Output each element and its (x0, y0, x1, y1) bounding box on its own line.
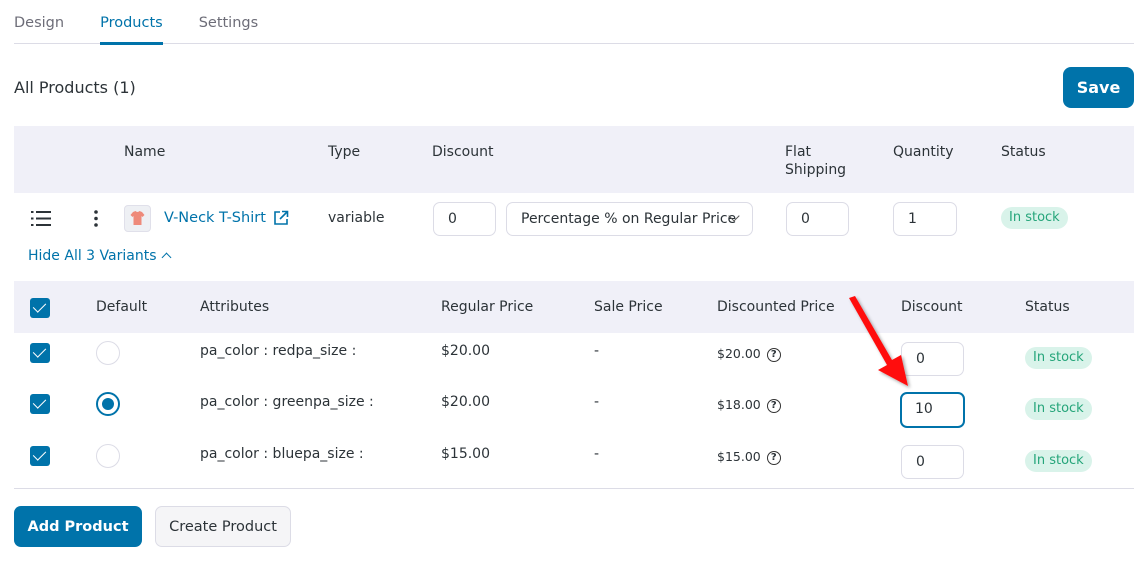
variant-discount-input[interactable]: 0 (901, 342, 964, 376)
header-sale-price: Sale Price (594, 299, 663, 315)
variant-status-badge: In stock (1025, 347, 1092, 369)
product-row: V-Neck T-Shirt variable 0 Percentage % o… (14, 193, 1134, 243)
header-discount: Discount (432, 144, 494, 160)
hide-variants-label: Hide All 3 Variants (28, 248, 157, 264)
variant-discount-input[interactable]: 0 (901, 445, 964, 479)
header-quantity: Quantity (893, 144, 954, 160)
header-flat-shipping: Flat Shipping (785, 144, 847, 178)
variant-regular-price: $20.00 (441, 343, 490, 359)
help-icon[interactable]: ? (766, 398, 781, 413)
variant-discounted-price: $18.00? (717, 397, 781, 413)
help-icon[interactable]: ? (766, 450, 781, 465)
header-variant-discount: Discount (901, 299, 963, 315)
variant-row: pa_color : bluepa_size : $15.00 - $15.00… (14, 436, 1134, 488)
status-badge: In stock (1001, 207, 1068, 229)
product-thumbnail (124, 205, 151, 232)
variant-checkbox[interactable] (30, 343, 50, 363)
variant-regular-price: $20.00 (441, 394, 490, 410)
external-link-icon[interactable] (273, 210, 289, 226)
variant-sale-price: - (594, 343, 600, 359)
discounted-price-value: $18.00 (717, 397, 761, 412)
header-attributes: Attributes (200, 299, 270, 315)
header-status: Status (1001, 144, 1046, 160)
products-table-header: Name Type Discount Flat Shipping Quantit… (14, 126, 1134, 193)
add-product-button[interactable]: Add Product (14, 506, 142, 547)
save-button[interactable]: Save (1063, 67, 1134, 108)
header-regular-price: Regular Price (441, 299, 534, 315)
page-title: All Products (1) (14, 78, 136, 97)
variant-status-badge: In stock (1025, 450, 1092, 472)
flat-shipping-input[interactable]: 0 (786, 202, 849, 236)
product-type: variable (328, 210, 385, 226)
tab-bar: Design Products Settings (14, 0, 1134, 45)
tab-products[interactable]: Products (100, 0, 163, 45)
variant-attributes: pa_color : redpa_size : (200, 343, 357, 359)
more-options-icon[interactable] (94, 210, 98, 227)
divider (14, 488, 1134, 489)
default-radio[interactable] (96, 341, 120, 365)
discounted-price-value: $15.00 (717, 449, 761, 464)
header-default: Default (96, 299, 148, 315)
variant-attributes: pa_color : greenpa_size : (200, 394, 374, 410)
discount-type-value: Percentage % on Regular Price (521, 211, 737, 227)
create-product-button[interactable]: Create Product (155, 506, 291, 547)
header-name: Name (124, 144, 166, 160)
variant-discounted-price: $15.00? (717, 449, 781, 465)
tab-design[interactable]: Design (14, 0, 64, 44)
tshirt-icon (130, 211, 145, 225)
variant-sale-price: - (594, 394, 600, 410)
variant-checkbox[interactable] (30, 446, 50, 466)
variant-checkbox[interactable] (30, 394, 50, 414)
variant-row: pa_color : greenpa_size : $20.00 - $18.0… (14, 384, 1134, 436)
default-radio[interactable] (96, 444, 120, 468)
header-variant-status: Status (1025, 299, 1070, 315)
select-all-checkbox[interactable] (30, 298, 50, 318)
discounted-price-value: $20.00 (717, 346, 761, 361)
variant-row: pa_color : redpa_size : $20.00 - $20.00?… (14, 333, 1134, 385)
variant-discount-input[interactable]: 10 (900, 392, 965, 428)
tab-settings[interactable]: Settings (199, 0, 258, 44)
header-type: Type (328, 144, 361, 160)
variant-regular-price: $15.00 (441, 446, 490, 462)
header-discounted-price: Discounted Price (717, 299, 835, 315)
default-radio[interactable] (96, 392, 120, 416)
help-icon[interactable]: ? (766, 347, 781, 362)
chevron-up-icon (162, 252, 172, 263)
variant-discounted-price: $20.00? (717, 346, 781, 362)
variant-sale-price: - (594, 446, 600, 462)
quantity-input[interactable]: 1 (893, 202, 957, 236)
variant-attributes: pa_color : bluepa_size : (200, 446, 364, 462)
drag-handle-icon[interactable] (31, 211, 51, 226)
product-name-link[interactable]: V-Neck T-Shirt (164, 210, 266, 226)
variants-table-header: Default Attributes Regular Price Sale Pr… (14, 281, 1134, 333)
product-discount-input[interactable]: 0 (433, 202, 496, 236)
variant-status-badge: In stock (1025, 398, 1092, 420)
discount-type-select[interactable]: Percentage % on Regular Price (506, 202, 753, 236)
hide-variants-toggle[interactable]: Hide All 3 Variants (28, 248, 172, 264)
